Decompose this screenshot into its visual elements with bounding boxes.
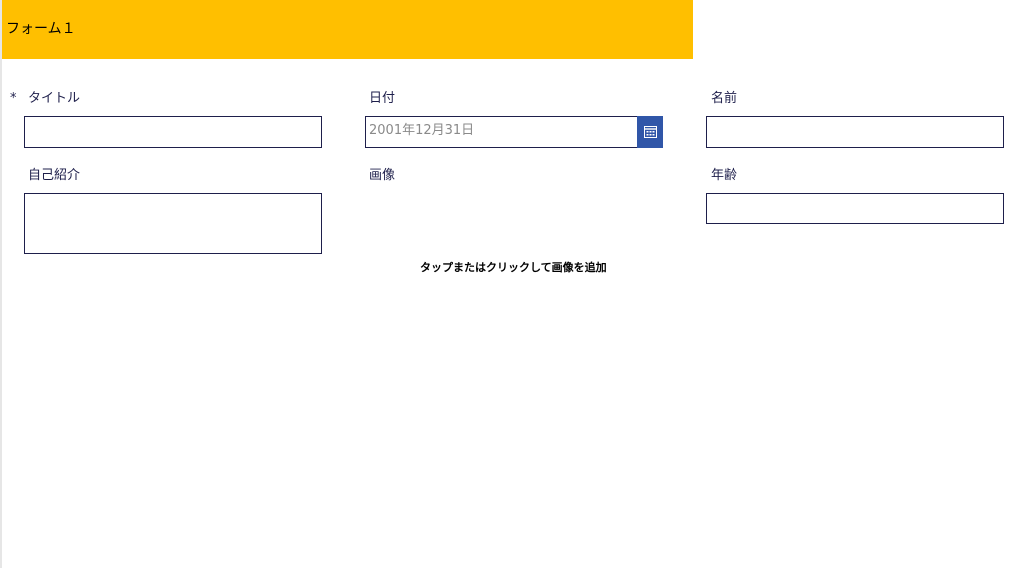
age-field[interactable] <box>706 193 1004 224</box>
name-field[interactable] <box>706 116 1004 148</box>
age-input[interactable] <box>707 194 1003 223</box>
required-marker: * <box>10 91 17 106</box>
title-input[interactable] <box>25 117 321 147</box>
intro-field[interactable] <box>24 193 322 254</box>
date-picker[interactable]: 2001年12月31日 <box>365 116 663 148</box>
date-value[interactable]: 2001年12月31日 <box>369 123 474 139</box>
calendar-icon <box>643 126 657 138</box>
title-label: タイトル <box>28 91 81 106</box>
left-edge-divider <box>0 0 2 568</box>
app-canvas: フォーム１ * タイトル 日付 2001年12月31日 名前 自己紹介 画像 タ… <box>0 0 1023 568</box>
age-label: 年齢 <box>711 168 738 183</box>
calendar-button[interactable] <box>637 116 663 148</box>
form-header: フォーム１ <box>2 0 693 59</box>
name-label: 名前 <box>711 91 738 106</box>
add-image-button[interactable]: タップまたはクリックして画像を追加 <box>420 261 607 275</box>
date-label: 日付 <box>369 91 396 106</box>
intro-textarea[interactable] <box>25 194 321 253</box>
name-input[interactable] <box>707 117 1003 147</box>
image-label: 画像 <box>369 168 396 183</box>
form-title: フォーム１ <box>6 21 76 37</box>
title-field[interactable] <box>24 116 322 148</box>
intro-label: 自己紹介 <box>28 168 81 183</box>
